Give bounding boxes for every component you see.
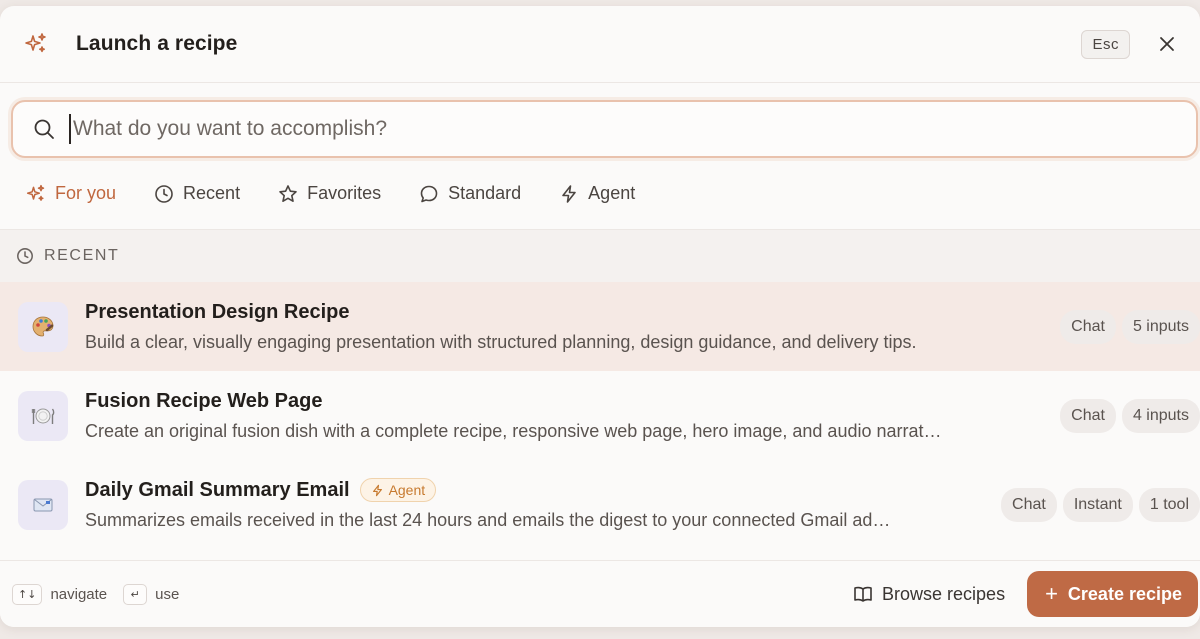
tab-label: Recent [183, 183, 241, 203]
search-box[interactable] [11, 100, 1198, 158]
tab-standard[interactable]: Standard [419, 183, 521, 204]
recipe-name: Presentation Design Recipe [85, 300, 350, 323]
tag-chip: Chat [1060, 309, 1116, 344]
tab-favorites[interactable]: Favorites [278, 183, 381, 204]
close-button[interactable] [1156, 33, 1178, 55]
sparkles-icon [26, 184, 46, 204]
tab-for-you[interactable]: For you [26, 183, 116, 204]
recipe-description: Build a clear, visually engaging present… [85, 331, 917, 352]
navigate-hint-label: navigate [50, 585, 108, 603]
tag-chip: Chat [1060, 398, 1116, 433]
star-icon [278, 184, 298, 204]
list-item[interactable]: Presentation Design Recipe Build a clear… [0, 282, 1200, 371]
recipe-tags: Chat 5 inputs [1054, 309, 1200, 344]
create-label: Create recipe [1067, 583, 1182, 604]
recipe-description: Summarizes emails received in the last 2… [85, 510, 891, 530]
launch-recipe-dialog: Launch a recipe Esc What do you want to … [0, 6, 1200, 627]
recipe-info: Daily Gmail Summary Email Agent Summariz… [85, 478, 975, 531]
palette-icon [18, 301, 68, 352]
lightning-icon [559, 184, 579, 204]
dialog-header: Launch a recipe Esc [0, 6, 1200, 83]
tab-label: For you [55, 183, 117, 203]
tag-chip: 1 tool [1138, 487, 1200, 522]
category-tabs: For you Recent Favorites Standard Agent [0, 158, 1200, 230]
recipe-info: Fusion Recipe Web Page Create an origina… [85, 390, 1034, 442]
recipe-name: Fusion Recipe Web Page [85, 389, 323, 412]
sparkles-icon [24, 31, 50, 57]
tab-label: Standard [448, 183, 522, 203]
dialog-footer: ↑↓ navigate ↵ use Browse recipes + Creat… [0, 560, 1200, 627]
browse-label: Browse recipes [882, 583, 1006, 604]
recipe-tags: Chat Instant 1 tool [995, 487, 1200, 522]
create-recipe-button[interactable]: + Create recipe [1027, 571, 1198, 617]
agent-badge: Agent [359, 478, 437, 502]
close-icon [1160, 37, 1174, 51]
tab-label: Agent [588, 183, 636, 203]
clock-icon [16, 247, 34, 265]
search-container [0, 83, 1200, 158]
plate-utensils-icon [18, 390, 68, 441]
list-item[interactable]: Fusion Recipe Web Page Create an origina… [0, 371, 1200, 460]
lightning-icon [371, 483, 385, 497]
list-item[interactable]: Daily Gmail Summary Email Agent Summariz… [0, 460, 1200, 549]
tab-label: Favorites [307, 183, 382, 203]
tag-chip: 4 inputs [1121, 398, 1200, 433]
tab-recent[interactable]: Recent [154, 183, 240, 204]
tag-chip: Instant [1062, 487, 1133, 522]
tag-chip: 5 inputs [1121, 309, 1200, 344]
badge-label: Agent [388, 482, 426, 498]
search-input[interactable] [69, 114, 1176, 144]
dialog-title: Launch a recipe [76, 32, 238, 55]
tag-chip: Chat [1001, 487, 1057, 522]
search-icon [33, 117, 57, 141]
esc-key-hint[interactable]: Esc [1081, 29, 1130, 59]
navigate-key-hint: ↑↓ [12, 583, 43, 605]
use-hint-label: use [155, 585, 180, 603]
chat-bubble-icon [419, 184, 439, 204]
plus-icon: + [1045, 581, 1058, 606]
recipe-description: Create an original fusion dish with a co… [85, 420, 942, 441]
recipe-name: Daily Gmail Summary Email [85, 478, 350, 501]
tab-agent[interactable]: Agent [559, 183, 635, 204]
recipe-tags: Chat 4 inputs [1054, 398, 1200, 433]
recipe-list: Presentation Design Recipe Build a clear… [0, 282, 1200, 549]
envelope-icon [18, 479, 68, 530]
recipe-info: Presentation Design Recipe Build a clear… [85, 301, 1034, 353]
section-header-recent: RECENT [0, 230, 1200, 282]
enter-key-hint: ↵ [123, 583, 148, 605]
book-icon [853, 584, 873, 604]
browse-recipes-button[interactable]: Browse recipes [853, 584, 1005, 605]
clock-icon [154, 184, 174, 204]
section-label: RECENT [44, 247, 120, 264]
